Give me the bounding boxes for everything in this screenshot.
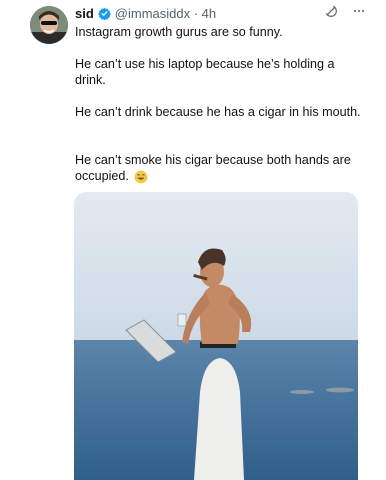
avatar[interactable]: [30, 6, 68, 44]
more-options-icon[interactable]: [352, 4, 366, 18]
author-handle-time[interactable]: @immasiddx · 4h: [115, 6, 216, 21]
tweet-header: sid @immasiddx · 4h: [75, 5, 216, 21]
tweet-paragraph: He can’t drink because he has a cigar in…: [75, 105, 361, 119]
tweet-paragraph: Instagram growth gurus are so funny.: [75, 25, 283, 39]
tweet-actions-top: [324, 4, 366, 18]
grok-icon[interactable]: [324, 4, 338, 18]
photo-man-on-rock: [74, 192, 358, 480]
verified-badge-icon: [98, 7, 111, 20]
tweet-paragraph: He can’t use his laptop because he’s hol…: [75, 57, 335, 87]
tweet-paragraph: He can’t smoke his cigar because both ha…: [75, 153, 351, 183]
tweet-paragraph-with-emoji: He can’t smoke his cigar because both ha…: [75, 152, 365, 184]
laughing-crying-emoji-icon: [135, 170, 148, 184]
author-name[interactable]: sid: [75, 6, 94, 21]
avatar-image: [30, 6, 68, 44]
tweet-media-image[interactable]: [74, 192, 358, 480]
